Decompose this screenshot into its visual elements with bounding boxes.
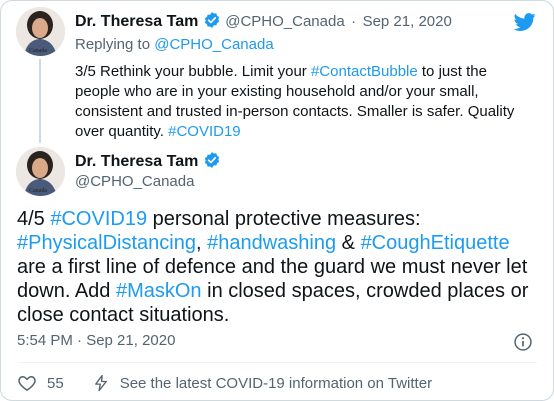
like-count: 55 bbox=[47, 374, 64, 392]
heart-icon bbox=[18, 376, 36, 391]
hashtag-contactbubble[interactable]: #ContactBubble bbox=[311, 63, 418, 80]
verified-badge-icon bbox=[204, 152, 219, 168]
canada-wordmark: Canada bbox=[29, 48, 47, 54]
main-text-part: 4/5 bbox=[17, 208, 51, 230]
main-avatar[interactable]: Canada bbox=[16, 147, 65, 196]
replying-to-handle[interactable]: @CPHO_Canada bbox=[154, 36, 273, 53]
main-tweet-text: 4/5 #COVID19 personal protective measure… bbox=[17, 207, 542, 327]
replying-to-line: Replying to @CPHO_Canada bbox=[75, 36, 274, 53]
main-author-line: Dr. Theresa Tam bbox=[75, 151, 221, 171]
reply-thread-line bbox=[39, 59, 41, 143]
main-text-part: personal protective measures: bbox=[147, 208, 421, 230]
parent-avatar[interactable]: Canada bbox=[16, 7, 65, 56]
covid-info-label: See the latest COVID-19 information on T… bbox=[119, 374, 433, 392]
parent-author-name[interactable]: Dr. Theresa Tam bbox=[75, 13, 198, 30]
hashtag-handwashing[interactable]: #handwashing bbox=[207, 232, 336, 254]
hashtag-covid19[interactable]: #COVID19 bbox=[168, 123, 241, 140]
action-bar: 55 See the latest COVID-19 information o… bbox=[17, 373, 432, 393]
info-icon[interactable] bbox=[513, 332, 533, 352]
like-button[interactable]: 55 bbox=[17, 373, 64, 393]
main-text-part: , bbox=[195, 232, 208, 254]
verified-badge-icon bbox=[204, 12, 219, 28]
parent-text-part: 3/5 Rethink your bubble. Limit your bbox=[75, 63, 311, 80]
tweet-embed-card: Canada Dr. Theresa Tam @CPHO_Canada · Se… bbox=[0, 0, 554, 401]
canada-wordmark: Canada bbox=[29, 188, 47, 194]
hashtag-physicaldistancing[interactable]: #PhysicalDistancing bbox=[17, 232, 196, 254]
main-handle[interactable]: @CPHO_Canada bbox=[75, 173, 194, 190]
parent-date[interactable]: Sep 21, 2020 bbox=[363, 13, 452, 30]
tweet-timestamp[interactable]: 5:54 PM · Sep 21, 2020 bbox=[17, 332, 175, 349]
parent-tweet-text: 3/5 Rethink your bubble. Limit your #Con… bbox=[75, 62, 515, 142]
twitter-bird-icon[interactable] bbox=[513, 11, 537, 33]
lightning-icon bbox=[94, 374, 107, 392]
replying-to-prefix: Replying to bbox=[75, 36, 155, 53]
main-author-name[interactable]: Dr. Theresa Tam bbox=[75, 153, 198, 170]
parent-header: Dr. Theresa Tam @CPHO_Canada · Sep 21, 2… bbox=[75, 11, 452, 31]
main-text-part: & bbox=[336, 232, 361, 254]
dot-separator: · bbox=[351, 13, 357, 30]
parent-handle[interactable]: @CPHO_Canada bbox=[225, 13, 344, 30]
hashtag-maskon[interactable]: #MaskOn bbox=[116, 280, 202, 302]
covid-info-link[interactable]: See the latest COVID-19 information on T… bbox=[92, 374, 432, 392]
divider bbox=[17, 362, 537, 363]
hashtag-coughetiquette[interactable]: #CoughEtiquette bbox=[361, 232, 510, 254]
hashtag-covid19[interactable]: #COVID19 bbox=[50, 208, 147, 230]
